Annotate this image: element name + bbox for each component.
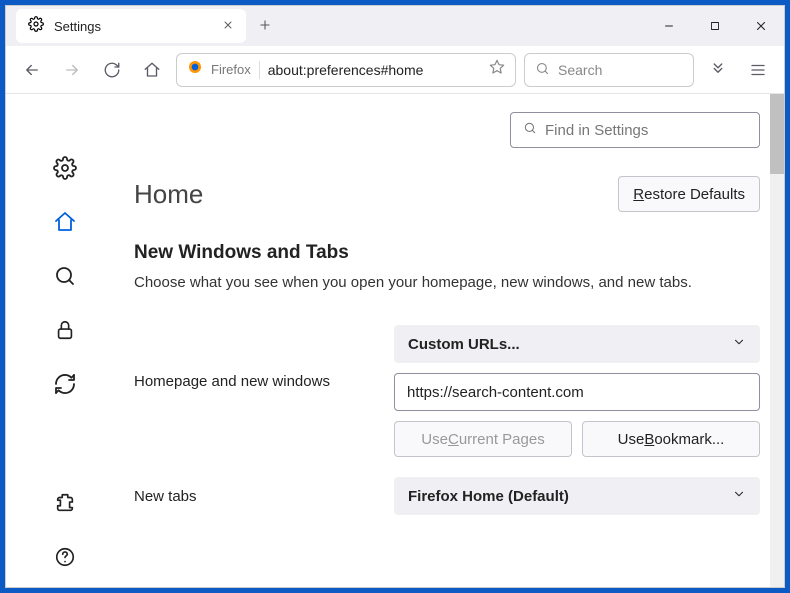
hamburger-menu-button[interactable] [742, 54, 774, 86]
maximize-button[interactable] [692, 6, 738, 46]
page-title: Home [134, 179, 203, 210]
titlebar: Settings [6, 6, 784, 46]
sidebar-item-help[interactable] [51, 543, 79, 571]
bookmark-star-icon[interactable] [489, 59, 505, 80]
section-title: New Windows and Tabs [134, 242, 760, 264]
homepage-label: Homepage and new windows [134, 325, 394, 390]
reload-button[interactable] [96, 54, 128, 86]
use-current-pages-button[interactable]: Use Current Pages [394, 421, 572, 457]
settings-main: Find in Settings Home Restore Defaults N… [124, 94, 784, 587]
find-in-settings-input[interactable]: Find in Settings [510, 112, 760, 148]
settings-sidebar [6, 94, 124, 587]
window-controls [646, 6, 784, 46]
new-tab-button[interactable] [258, 15, 272, 38]
select-value: Custom URLs... [408, 336, 520, 353]
search-icon [535, 61, 550, 79]
search-bar[interactable]: Search [524, 53, 694, 87]
sidebar-item-sync[interactable] [51, 370, 79, 398]
search-placeholder: Search [558, 62, 602, 78]
sidebar-item-privacy[interactable] [51, 316, 79, 344]
find-placeholder: Find in Settings [545, 122, 648, 139]
sidebar-item-extensions[interactable] [51, 489, 79, 517]
chevron-down-icon [732, 487, 746, 505]
browser-window: Settings Firefox about:preferences#home [5, 5, 785, 588]
url-text: about:preferences#home [268, 62, 481, 78]
close-icon[interactable] [222, 18, 234, 34]
homepage-url-input[interactable] [394, 373, 760, 411]
firefox-logo-icon [187, 59, 203, 80]
minimize-button[interactable] [646, 6, 692, 46]
sidebar-item-home[interactable] [51, 208, 79, 236]
browser-tab[interactable]: Settings [16, 9, 246, 43]
nav-toolbar: Firefox about:preferences#home Search [6, 46, 784, 94]
select-value: Firefox Home (Default) [408, 488, 569, 505]
separator [259, 61, 260, 79]
close-window-button[interactable] [738, 6, 784, 46]
tab-title: Settings [54, 19, 212, 34]
restore-defaults-button[interactable]: Restore Defaults [618, 176, 760, 212]
newtabs-label: New tabs [134, 488, 394, 505]
scrollbar[interactable] [770, 94, 784, 587]
home-button[interactable] [136, 54, 168, 86]
urlbar-identity: Firefox [211, 62, 251, 77]
chevron-down-icon [732, 335, 746, 353]
sidebar-item-search[interactable] [51, 262, 79, 290]
homepage-mode-select[interactable]: Custom URLs... [394, 325, 760, 363]
use-bookmark-button[interactable]: Use Bookmark... [582, 421, 760, 457]
settings-content: Find in Settings Home Restore Defaults N… [6, 94, 784, 587]
sidebar-item-general[interactable] [51, 154, 79, 182]
forward-button[interactable] [56, 54, 88, 86]
back-button[interactable] [16, 54, 48, 86]
url-bar[interactable]: Firefox about:preferences#home [176, 53, 516, 87]
newtabs-mode-select[interactable]: Firefox Home (Default) [394, 477, 760, 515]
section-description: Choose what you see when you open your h… [134, 274, 760, 291]
overflow-button[interactable] [702, 54, 734, 86]
search-icon [523, 121, 537, 139]
gear-icon [28, 16, 44, 37]
scrollbar-thumb[interactable] [770, 94, 784, 174]
